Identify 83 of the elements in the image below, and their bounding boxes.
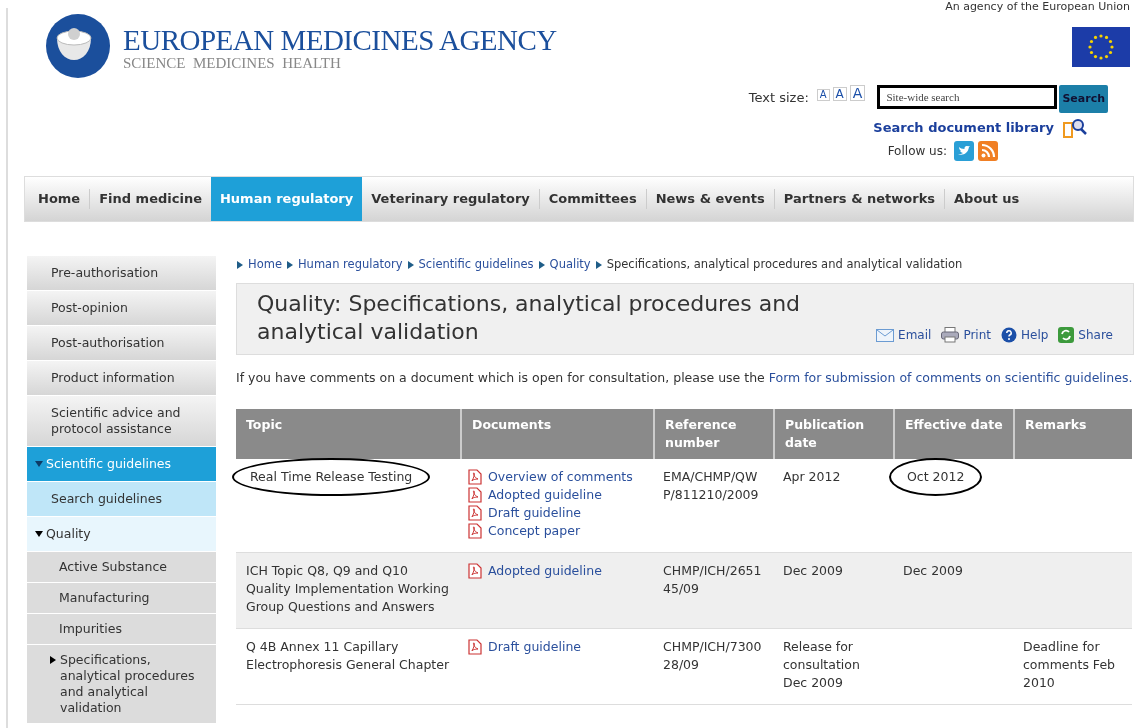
document-link[interactable]: Adopted guideline — [468, 562, 649, 581]
printer-icon — [941, 327, 960, 344]
sidebar-item[interactable]: Search guidelines — [27, 482, 216, 517]
document-link[interactable]: Draft guideline — [468, 504, 649, 523]
pdf-icon — [468, 639, 482, 656]
rss-icon[interactable] — [978, 141, 998, 161]
document-link[interactable]: Draft guideline — [468, 638, 649, 657]
document-library-link[interactable]: Search document library — [873, 118, 1054, 138]
caret-down-icon — [35, 530, 43, 538]
breadcrumb-link[interactable]: Human regulatory — [297, 256, 403, 274]
text-size-button[interactable]: A — [832, 87, 847, 101]
nav-tab[interactable]: Find medicine — [90, 177, 211, 221]
breadcrumb-current: Specifications, analytical procedures and analytical validation — [606, 256, 963, 273]
topic-cell: ICH Topic Q8, Q9 and Q10 Quality Implementation Working Group Questions and Answers — [246, 563, 449, 615]
nav-tab[interactable]: News & events — [646, 177, 774, 221]
caret-right-icon — [49, 656, 57, 664]
search-field[interactable]: Site-wide search — [877, 85, 1058, 109]
pdf-icon — [468, 523, 482, 540]
bird-icon[interactable] — [954, 141, 974, 161]
nav-tab[interactable]: About us — [945, 177, 1029, 221]
logo-icon — [45, 13, 111, 79]
agency-note: An agency of the European Union — [945, 1, 1130, 13]
document-link[interactable]: Adopted guideline — [468, 486, 649, 505]
pdf-icon — [468, 487, 482, 504]
intro-text: If you have comments on a document which is open for consultation, please use the Form for submission of comments on scientific guidelines. — [236, 369, 1134, 388]
document-link[interactable]: Concept paper — [468, 522, 649, 541]
nav-tab[interactable]: Veterinary regulatory — [362, 177, 539, 221]
caret-right-icon — [537, 260, 546, 269]
action-link[interactable]: Help — [1001, 326, 1049, 345]
action-link[interactable]: Share — [1058, 326, 1113, 345]
remarks-cell: Deadline for comments Feb 2010 — [1023, 639, 1115, 691]
caret-right-icon — [594, 260, 603, 269]
logo-title: EUROPEAN MEDICINES AGENCY — [123, 25, 557, 55]
caret-right-icon — [285, 260, 294, 269]
publication-cell-text: Apr 2012 — [782, 468, 842, 487]
topic-cell: Real Time Release Testing — [232, 458, 431, 497]
text-size-button[interactable]: A — [849, 85, 866, 101]
breadcrumb-link[interactable]: Scientific guidelines — [418, 256, 534, 274]
sidebar-item[interactable]: Pre-authorisation — [27, 256, 216, 291]
follow-label: Follow us: — [887, 143, 947, 160]
reference-cell-text: CHMP/ICH/730028/09 — [662, 638, 763, 675]
action-link[interactable]: Print — [941, 326, 991, 345]
pdf-icon — [468, 563, 482, 580]
effective-date-cell: Oct 2012 — [889, 458, 983, 497]
sidebar-item[interactable]: Scientific advice and protocol assistance — [27, 396, 216, 447]
topic-cell: Q 4B Annex 11 Capillary Electrophoresis General Chapter — [246, 639, 450, 673]
help-icon — [1001, 327, 1017, 344]
breadcrumb-link[interactable]: Home — [248, 256, 282, 274]
reference-cell-text: EMA/CHMP/QWP/811210/2009 — [662, 468, 760, 505]
effective-date-cell: Dec 2009 — [903, 563, 963, 579]
action-link[interactable]: Email — [876, 326, 932, 345]
nav-tab[interactable]: Partners & networks — [774, 177, 945, 221]
sidebar-item[interactable]: Impurities — [27, 614, 216, 645]
publication-cell-text: Dec 2009 — [782, 562, 844, 581]
pdf-icon — [468, 505, 482, 522]
breadcrumb-link[interactable]: Quality — [549, 256, 591, 274]
search-button[interactable]: Search — [1059, 85, 1108, 113]
publication-cell-text: Release for consultation Dec 2009 — [782, 638, 861, 693]
reference-cell-text: CHMP/ICH/265145/09 — [662, 562, 763, 599]
page-title: Quality: Specifications, analytical procedures and analytical validation — [257, 290, 802, 347]
pdf-icon — [468, 469, 482, 486]
nav-tab[interactable]: Committees — [539, 177, 646, 221]
caret-right-icon — [406, 260, 415, 269]
column-header: Topic — [245, 416, 284, 435]
caret-down-icon — [35, 460, 43, 468]
sidebar-item[interactable]: Quality — [27, 517, 216, 552]
sidebar-item[interactable]: Manufacturing — [27, 583, 216, 614]
document-search-icon — [1062, 117, 1088, 139]
sidebar-item[interactable]: Post-authorisation — [27, 326, 216, 361]
eu-flag-icon — [1072, 27, 1130, 67]
document-link[interactable]: Overview of comments — [468, 468, 649, 487]
nav-tab[interactable]: Home — [29, 177, 90, 221]
sidebar-item[interactable]: Post-opinion — [27, 291, 216, 326]
sidebar-item[interactable]: Product information — [27, 361, 216, 396]
caret-right-icon — [236, 260, 244, 269]
text-size-button[interactable]: A — [816, 89, 830, 101]
text-size-label: Text size: — [748, 89, 809, 107]
sidebar-item[interactable]: Specifications, analytical procedures and analytical validation — [27, 645, 216, 724]
form-link[interactable]: Form for submission of comments on scientific guidelines. — [768, 370, 1133, 386]
envelope-icon — [876, 328, 895, 342]
share-icon — [1058, 327, 1075, 344]
logo-subtitle: SCIENCE MEDICINES HEALTH — [123, 55, 342, 71]
sidebar-item[interactable]: Active Substance — [27, 552, 216, 583]
